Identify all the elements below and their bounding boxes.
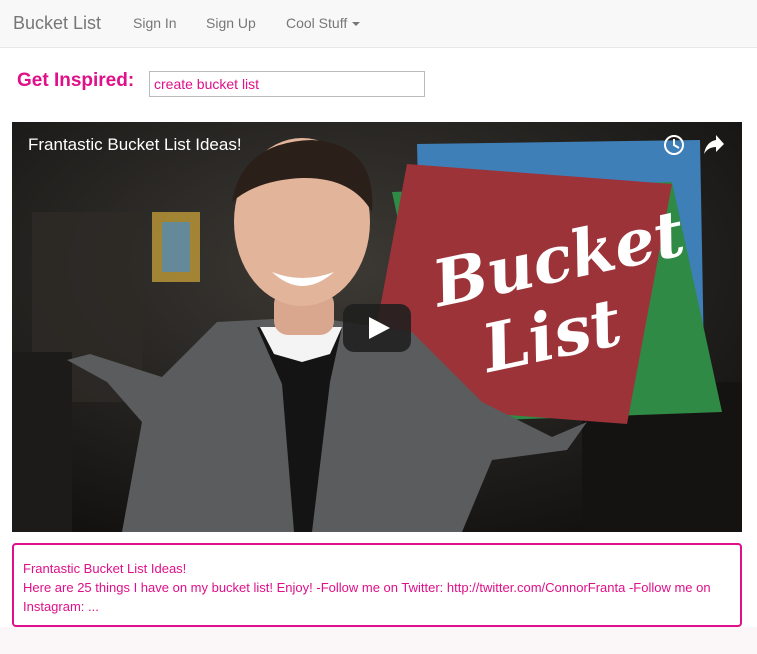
get-inspired-label: Get Inspired: [17,70,135,91]
cool-stuff-label: Cool Stuff [286,15,348,31]
video-info-description: Here are 25 things I have on my bucket l… [23,580,711,614]
navbar: Bucket List Sign In Sign Up Cool Stuff [0,0,757,48]
video-info-panel: Frantastic Bucket List Ideas! Here are 2… [12,543,742,627]
video-player[interactable]: Bucket List Frantastic Bucket List Ideas… [12,122,742,532]
video-thumbnail: Bucket List [12,122,742,532]
search-input[interactable] [149,71,425,97]
video-info-title: Frantastic Bucket List Ideas! [23,561,187,576]
video-title[interactable]: Frantastic Bucket List Ideas! [28,135,242,155]
brand-link[interactable]: Bucket List [13,13,101,34]
sign-in-link[interactable]: Sign In [133,15,177,31]
cool-stuff-dropdown[interactable]: Cool Stuff [286,15,361,31]
page-footer [0,627,757,654]
sign-up-link[interactable]: Sign Up [206,15,256,31]
caret-down-icon [352,22,361,27]
